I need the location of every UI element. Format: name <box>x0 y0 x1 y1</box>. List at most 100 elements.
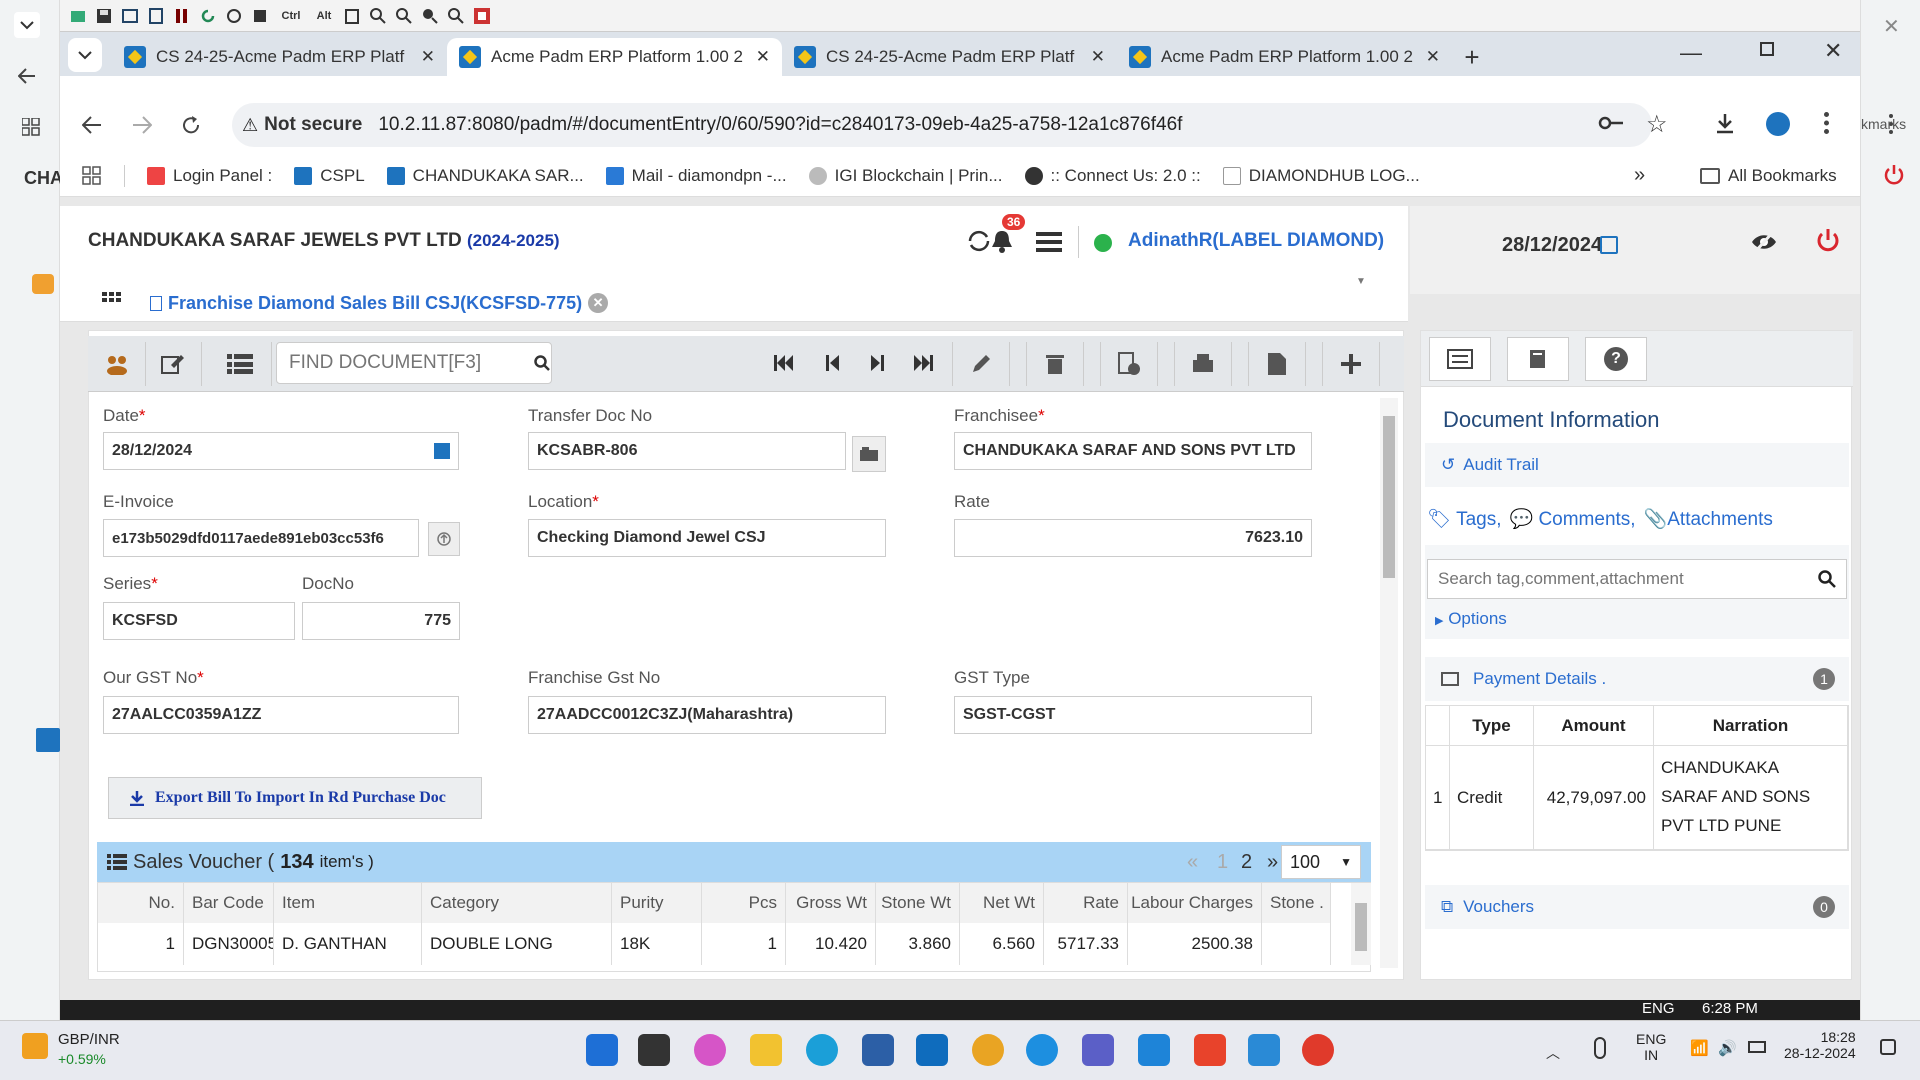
profile-avatar[interactable] <box>1766 112 1790 136</box>
power-icon[interactable] <box>1883 164 1905 186</box>
docno-field[interactable]: 775 <box>302 602 460 640</box>
info-list-button[interactable] <box>1429 337 1491 381</box>
window-close-icon[interactable]: ✕ <box>1824 38 1842 64</box>
star-icon[interactable]: ☆ <box>1646 110 1668 139</box>
info-icon[interactable] <box>146 6 166 26</box>
zoom-100-icon[interactable] <box>420 6 440 26</box>
mic-icon[interactable] <box>1594 1037 1606 1059</box>
rate-field[interactable]: 7623.10 <box>954 519 1312 557</box>
tab-search-icon[interactable] <box>68 38 102 72</box>
ticker-name[interactable]: GBP/INR <box>58 1031 120 1048</box>
export-bill-button[interactable]: Export Bill To Import In Rd Purchase Doc <box>108 777 482 819</box>
battery-icon[interactable] <box>1748 1041 1766 1053</box>
ctrl-alt-del-icon[interactable] <box>250 6 270 26</box>
outlook-icon[interactable] <box>916 1034 948 1066</box>
start-icon[interactable] <box>586 1034 618 1066</box>
grid-header-3[interactable]: Category <box>422 883 612 923</box>
chevron-down-icon[interactable] <box>14 12 40 38</box>
browser-tab-3[interactable]: CS 24-25-Acme Padm ERP Platf ✕ <box>782 38 1117 76</box>
franchisee-field[interactable]: CHANDUKAKA SARAF AND SONS PVT LTD <box>954 432 1312 470</box>
bookmark-mail[interactable]: Mail - diamondpn -... <box>605 166 787 186</box>
wifi-icon[interactable]: 📶 <box>1690 1039 1709 1057</box>
grid-header-5[interactable]: Pcs <box>702 883 786 923</box>
search-icon[interactable] <box>534 355 550 371</box>
browser-tab-4[interactable]: Acme Padm ERP Platform 1.00 2 ✕ <box>1117 38 1452 76</box>
find-document-input[interactable] <box>289 352 534 374</box>
clipboard-icon[interactable] <box>342 6 362 26</box>
last-record-icon[interactable] <box>914 354 934 372</box>
url-text[interactable]: 10.2.11.87:8080/padm/#/documentEntry/0/6… <box>378 114 1182 136</box>
apps-icon[interactable] <box>82 165 102 186</box>
reload-icon[interactable] <box>180 114 202 136</box>
grid-header-0[interactable]: No. <box>98 883 184 923</box>
series-field[interactable]: KCSFSD <box>103 602 295 640</box>
lang-indicator[interactable]: ENG IN <box>1636 1031 1666 1063</box>
grid-menu-icon[interactable] <box>102 292 122 308</box>
options-toggle[interactable]: ▶ Options <box>1435 609 1507 629</box>
grid-header-9[interactable]: Rate <box>1044 883 1128 923</box>
photos-icon[interactable] <box>1138 1034 1170 1066</box>
address-bar[interactable]: ⚠ Not secure 10.2.11.87:8080/padm/#/docu… <box>232 103 1652 147</box>
refresh-icon[interactable] <box>198 6 218 26</box>
browser-menu-icon[interactable] <box>1824 112 1829 134</box>
fullscreen-icon[interactable] <box>472 6 492 26</box>
find-document-box[interactable] <box>276 342 552 384</box>
tab-close-icon[interactable]: ✕ <box>756 47 770 67</box>
tags-link[interactable]: 🏷 Tags, <box>1427 507 1501 531</box>
grid-cell[interactable]: D. GANTHAN <box>274 923 422 965</box>
forward-icon[interactable] <box>132 116 152 134</box>
phone-icon[interactable] <box>1026 1034 1058 1066</box>
bookmark-igi[interactable]: IGI Blockchain | Prin... <box>808 166 1003 186</box>
help-icon[interactable]: ? <box>1585 337 1647 381</box>
outer-close-icon[interactable]: ✕ <box>1883 14 1900 39</box>
task-view-icon[interactable] <box>638 1034 670 1066</box>
add-button[interactable] <box>1322 342 1380 386</box>
anydesk-icon[interactable] <box>1194 1034 1226 1066</box>
options-icon[interactable] <box>120 6 140 26</box>
ctrl-key[interactable]: Ctrl <box>276 6 306 26</box>
audit-trail-link[interactable]: ↺ Audit Trail <box>1425 443 1849 487</box>
file-explorer-icon[interactable] <box>750 1034 782 1066</box>
search-icon[interactable] <box>1818 570 1836 588</box>
clock[interactable]: 18:28 28-12-2024 <box>1784 1029 1856 1061</box>
bookmark-chandukaka[interactable]: CHANDUKAKA SAR... <box>386 166 584 186</box>
book-icon[interactable] <box>1507 337 1569 381</box>
tag-search-box[interactable] <box>1427 559 1847 599</box>
copilot-icon[interactable] <box>694 1034 726 1066</box>
notepad-icon[interactable] <box>1248 1034 1280 1066</box>
grid-scrollbar-thumb[interactable] <box>1355 903 1367 951</box>
grid-header-7[interactable]: Stone Wt <box>876 883 960 923</box>
grid-cell[interactable]: 6.560 <box>960 923 1044 965</box>
bookmark-login-panel[interactable]: Login Panel : <box>147 166 272 186</box>
payment-details-header[interactable]: Payment Details . 1 <box>1425 657 1849 701</box>
hide-eye-icon[interactable] <box>1750 230 1778 254</box>
grid-header-11[interactable]: Stone . <box>1262 883 1331 923</box>
brave-icon[interactable] <box>1302 1034 1334 1066</box>
transfer-icon[interactable] <box>224 6 244 26</box>
list-view-button[interactable] <box>208 342 272 386</box>
grid-cell[interactable]: 2500.38 <box>1128 923 1262 965</box>
all-bookmarks[interactable]: All Bookmarks <box>1700 166 1837 186</box>
transfer-doc-field[interactable]: KCSABR-806 <box>528 432 846 470</box>
document-tab[interactable]: Franchise Diamond Sales Bill CSJ(KCSFSD-… <box>150 286 609 320</box>
report-button[interactable] <box>1248 342 1306 386</box>
delete-button[interactable] <box>1026 342 1084 386</box>
browser-tab-2[interactable]: Acme Padm ERP Platform 1.00 2 ✕ <box>447 38 782 76</box>
tab-close-icon[interactable]: ✕ <box>1091 47 1105 67</box>
zoom-out-icon[interactable] <box>394 6 414 26</box>
work-date[interactable]: 28/12/2024 <box>1502 234 1602 257</box>
tab-close-icon[interactable]: ✕ <box>1426 47 1440 67</box>
grid-cell[interactable]: 18K <box>612 923 702 965</box>
location-field[interactable]: Checking Diamond Jewel CSJ <box>528 519 886 557</box>
apps-grid-icon[interactable] <box>22 118 40 136</box>
minimize-icon[interactable]: — <box>1680 40 1702 66</box>
bookmark-diamondhub[interactable]: DIAMONDHUB LOG... <box>1222 166 1420 186</box>
grid-cell[interactable]: 3.860 <box>876 923 960 965</box>
pager-prev[interactable]: « <box>1187 851 1198 874</box>
bookmark-connect-us[interactable]: :: Connect Us: 2.0 :: <box>1024 166 1201 186</box>
comments-link[interactable]: 💬 Comments, <box>1509 507 1635 531</box>
password-key-icon[interactable] <box>1598 113 1624 133</box>
vouchers-section[interactable]: ⧉ Vouchers 0 <box>1425 885 1849 929</box>
grid-cell[interactable] <box>1262 923 1331 965</box>
tab-close-icon[interactable]: ✕ <box>421 47 435 67</box>
